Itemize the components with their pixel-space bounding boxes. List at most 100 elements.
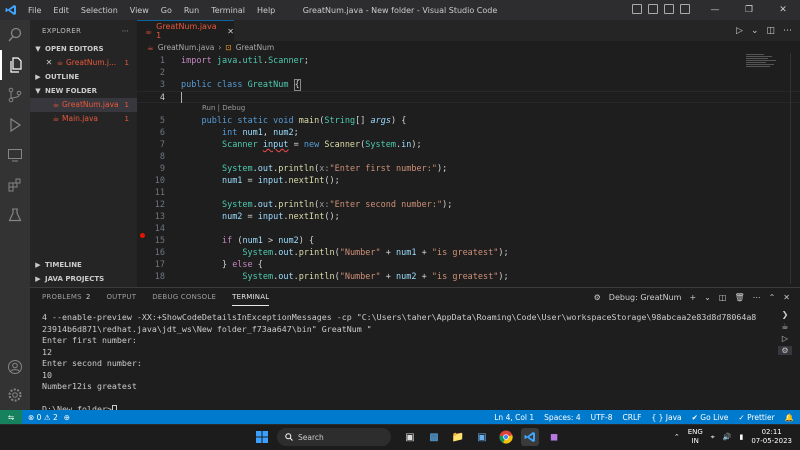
visual-studio-icon[interactable]: ◼ (545, 428, 563, 446)
network-icon[interactable]: ⌖ (711, 433, 715, 442)
menu-terminal[interactable]: Terminal (205, 6, 251, 15)
toggle-panel-icon[interactable] (648, 4, 658, 14)
tray-overflow-icon[interactable]: ⌃ (674, 433, 680, 441)
extensions-activity[interactable] (0, 170, 30, 200)
trash-icon[interactable]: 🗑 (734, 293, 744, 302)
go-live-button[interactable]: ✔ Go Live (692, 413, 729, 422)
run-dropdown-icon[interactable]: ⌄ (751, 26, 759, 36)
code-editor[interactable]: 1 import java.util.Scanner; 2 3 public cla… (137, 53, 800, 284)
tab-greatnum[interactable]: ☕ GreatNum.java 1 ✕ (137, 20, 234, 41)
close-tab-icon[interactable]: ✕ (227, 27, 234, 36)
clock[interactable]: 02:11 07-05-2023 (751, 428, 792, 446)
outline-section[interactable]: ▶ OUTLINE (30, 70, 137, 84)
line-number: 5 (159, 116, 165, 126)
source-control-activity[interactable] (0, 80, 30, 110)
run-debug-activity[interactable] (0, 110, 30, 140)
open-editor-item[interactable]: ✕ ☕ GreatNum.j... 1 (30, 56, 137, 70)
cursor-position[interactable]: Ln 4, Col 1 (494, 413, 534, 422)
more-actions-icon[interactable]: ⋯ (122, 20, 129, 42)
accounts-activity[interactable] (0, 352, 30, 382)
widgets-icon[interactable]: ▩ (425, 428, 443, 446)
testing-activity[interactable] (0, 200, 30, 230)
code-line: 13 num2 = input.nextInt(); (137, 211, 800, 223)
minimize-icon[interactable]: — (698, 0, 732, 20)
menu-selection[interactable]: Selection (75, 6, 124, 15)
debug-run-terminal-icon[interactable]: ▷ (782, 334, 788, 343)
chevron-down-icon[interactable]: ⌄ (704, 293, 711, 302)
codelens-run-debug[interactable]: Run | Debug (202, 103, 245, 113)
powershell-terminal-icon[interactable]: ❯ (782, 310, 789, 319)
new-terminal-icon[interactable]: + (689, 293, 696, 302)
active-terminal-label[interactable]: Debug: GreatNum (609, 293, 682, 302)
menu-go[interactable]: Go (155, 6, 178, 15)
taskbar-search[interactable]: Search (277, 428, 391, 446)
menu-view[interactable]: View (124, 6, 155, 15)
breakpoint-icon[interactable] (140, 233, 145, 238)
line-ending[interactable]: CRLF (623, 413, 642, 422)
terminal-output[interactable]: 4 --enable-preview -XX:+ShowCodeDetailsI… (42, 312, 772, 416)
customize-layout-icon[interactable] (680, 4, 690, 14)
explorer-activity[interactable] (0, 50, 30, 80)
photos-icon[interactable]: ▣ (473, 428, 491, 446)
language-indicator[interactable]: ENG IN (688, 428, 703, 446)
notifications-status-icon[interactable]: ⊕ (64, 413, 70, 422)
breadcrumb-class[interactable]: GreatNum (236, 43, 275, 52)
debug-terminal-selected-icon[interactable]: ⚙ (778, 346, 792, 355)
maximize-icon[interactable]: ❐ (732, 0, 766, 20)
java-terminal-icon[interactable]: ☕ (781, 322, 788, 331)
maximize-panel-icon[interactable]: ⌃ (769, 293, 776, 302)
file-item-main[interactable]: ☕ Main.java 1 (30, 112, 137, 126)
menu-edit[interactable]: Edit (47, 6, 75, 15)
problems-status[interactable]: ⊗ 0 ⚠ 2 (28, 413, 58, 422)
java-projects-section[interactable]: ▶ JAVA PROJECTS (30, 272, 137, 286)
tab-problems[interactable]: PROBLEMS 2 (42, 288, 90, 306)
close-editor-icon[interactable]: ✕ (44, 56, 54, 70)
timeline-section[interactable]: ▶ TIMELINE (30, 258, 137, 272)
indentation[interactable]: Spaces: 4 (544, 413, 580, 422)
chrome-icon[interactable] (497, 428, 515, 446)
menu-file[interactable]: File (22, 6, 47, 15)
menu-help[interactable]: Help (251, 6, 281, 15)
folder-section[interactable]: ▼ NEW FOLDER (30, 84, 137, 98)
minimap[interactable] (746, 53, 786, 83)
file-explorer-icon[interactable]: 📁 (449, 428, 467, 446)
java-projects-label: JAVA PROJECTS (45, 275, 105, 283)
split-editor-icon[interactable]: ◫ (766, 26, 775, 36)
breadcrumb-file[interactable]: GreatNum.java (158, 43, 215, 52)
search-activity[interactable] (0, 20, 30, 50)
vscode-taskbar-icon[interactable] (521, 428, 539, 446)
task-view-icon[interactable]: ▣ (401, 428, 419, 446)
tab-output[interactable]: OUTPUT (106, 288, 136, 306)
code-text: System.out.println(x:"Enter second numbe… (221, 200, 453, 210)
windows-start-icon[interactable] (253, 428, 271, 446)
activity-bar (0, 20, 30, 410)
more-actions-icon[interactable]: ⋯ (783, 26, 792, 36)
more-actions-icon[interactable]: ⋯ (753, 293, 761, 302)
file-item-greatnum[interactable]: ☕ GreatNum.java 1 (30, 98, 137, 112)
editor-scrollbar[interactable] (790, 53, 800, 284)
code-text: if (num1 > num2) { (221, 236, 315, 246)
open-editors-section[interactable]: ▼ OPEN EDITORS (30, 42, 137, 56)
prettier-button[interactable]: ✓ Prettier (738, 413, 774, 422)
tab-debug-console[interactable]: DEBUG CONSOLE (152, 288, 216, 306)
java-file-icon: ☕ (56, 58, 64, 67)
close-panel-icon[interactable]: ✕ (783, 293, 790, 302)
run-icon[interactable]: ▷ (736, 26, 743, 36)
toggle-sidebar-icon[interactable] (632, 4, 642, 14)
bell-icon[interactable]: 🔔 (785, 413, 794, 422)
battery-icon[interactable]: ▮ (739, 433, 743, 441)
split-terminal-icon[interactable]: ◫ (719, 293, 727, 302)
remote-explorer-activity[interactable] (0, 140, 30, 170)
outline-label: OUTLINE (45, 73, 80, 81)
close-icon[interactable]: ✕ (766, 0, 800, 20)
volume-icon[interactable]: 🔊 (723, 433, 732, 441)
code-text: num1 = input.nextInt(); (221, 176, 340, 186)
toggle-secondary-sidebar-icon[interactable] (664, 4, 674, 14)
tab-terminal[interactable]: TERMINAL (232, 288, 270, 306)
remote-indicator-icon[interactable]: ⇋ (0, 410, 22, 424)
language-mode[interactable]: { } Java (651, 413, 681, 422)
manage-activity[interactable] (0, 380, 30, 410)
menu-run[interactable]: Run (178, 6, 205, 15)
terminal-line: 4 --enable-preview -XX:+ShowCodeDetailsI… (42, 312, 757, 322)
encoding[interactable]: UTF-8 (591, 413, 613, 422)
